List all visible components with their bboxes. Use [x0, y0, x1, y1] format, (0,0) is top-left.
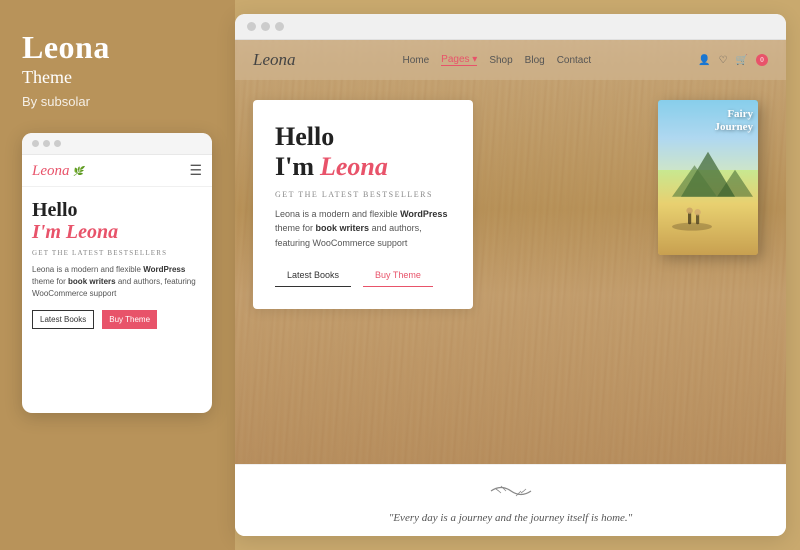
- left-panel: Leona Theme By subsolar Leona 🌿 ☰ Hello …: [0, 0, 235, 550]
- buy-theme-button[interactable]: Buy Theme: [363, 264, 433, 287]
- wishlist-icon[interactable]: ♡: [719, 55, 728, 66]
- hero-tagline: GET THE LATEST BESTSELLERS: [275, 190, 451, 199]
- mobile-buy-theme-button[interactable]: Buy Theme: [102, 310, 157, 329]
- nav-icons: 👤 ♡ 🛒 0: [698, 54, 768, 66]
- desktop-browser-bar: [235, 14, 786, 40]
- mobile-dot-1: [32, 140, 39, 147]
- mobile-hero: Hello I'm Leona GET THE LATEST BESTSELLE…: [22, 187, 212, 337]
- nav-blog[interactable]: Blog: [525, 55, 545, 66]
- right-panel: Leona Home Pages ▾ Shop Blog Contact 👤 ♡…: [235, 14, 786, 536]
- browser-dot-3: [275, 22, 284, 31]
- mobile-preview: Leona 🌿 ☰ Hello I'm Leona GET THE LATEST…: [22, 133, 212, 413]
- mobile-latest-books-button[interactable]: Latest Books: [32, 310, 94, 329]
- cart-icon[interactable]: 🛒: [736, 55, 748, 66]
- book-people-svg: [668, 193, 748, 240]
- hero-content: Hello I'm Leona GET THE LATEST BESTSELLE…: [235, 80, 786, 309]
- site-nav: Leona Home Pages ▾ Shop Blog Contact 👤 ♡…: [235, 40, 786, 80]
- mobile-dot-3: [54, 140, 61, 147]
- user-icon[interactable]: 👤: [698, 55, 710, 66]
- hero-section: Leona Home Pages ▾ Shop Blog Contact 👤 ♡…: [235, 40, 786, 464]
- nav-home[interactable]: Home: [402, 55, 429, 66]
- latest-books-button[interactable]: Latest Books: [275, 264, 351, 287]
- hero-hello: Hello: [275, 122, 451, 152]
- nav-contact[interactable]: Contact: [557, 55, 591, 66]
- mobile-hero-name: I'm Leona: [32, 221, 202, 244]
- site-nav-links: Home Pages ▾ Shop Blog Contact: [402, 54, 591, 66]
- mobile-header: Leona 🌿 ☰: [22, 155, 212, 187]
- hero-buttons: Latest Books Buy Theme: [275, 264, 451, 287]
- cart-badge: 0: [756, 54, 768, 66]
- leaf-decoration-icon: [486, 481, 536, 506]
- mobile-logo: Leona 🌿: [32, 163, 84, 180]
- book-illustration: Fairy Journey: [658, 100, 758, 255]
- hero-im-text: I'm: [275, 152, 314, 182]
- mobile-buttons: Latest Books Buy Theme: [32, 310, 202, 329]
- mobile-hamburger-icon[interactable]: ☰: [189, 163, 202, 180]
- mobile-dot-2: [43, 140, 50, 147]
- mobile-hero-body: Leona is a modern and flexible WordPress…: [32, 264, 202, 300]
- quote-section: "Every day is a journey and the journey …: [235, 464, 786, 536]
- hero-card: Hello I'm Leona GET THE LATEST BESTSELLE…: [253, 100, 473, 309]
- browser-dot-2: [261, 22, 270, 31]
- book-cover-area: Fairy Journey: [493, 100, 768, 309]
- brand-title: Leona: [22, 30, 213, 65]
- desktop-preview: Leona Home Pages ▾ Shop Blog Contact 👤 ♡…: [235, 40, 786, 536]
- book-cover: Fairy Journey: [658, 100, 758, 255]
- hero-description: Leona is a modern and flexible WordPress…: [275, 207, 451, 250]
- brand-subtitle: Theme: [22, 67, 213, 88]
- brand-by: By subsolar: [22, 94, 213, 109]
- site-logo: Leona: [253, 50, 296, 70]
- browser-dot-1: [247, 22, 256, 31]
- mobile-hero-tag: GET THE LATEST BESTSELLERS: [32, 249, 202, 257]
- nav-pages[interactable]: Pages ▾: [441, 54, 477, 66]
- book-title-overlay: Fairy Journey: [715, 108, 754, 134]
- hero-name-text: Leona: [320, 152, 388, 182]
- nav-shop[interactable]: Shop: [489, 55, 512, 66]
- hero-im-name: I'm Leona: [275, 152, 451, 182]
- leaf-svg: [486, 481, 536, 501]
- mobile-browser-bar: [22, 133, 212, 155]
- quote-text: "Every day is a journey and the journey …: [389, 512, 633, 524]
- mobile-hero-hello: Hello: [32, 199, 202, 221]
